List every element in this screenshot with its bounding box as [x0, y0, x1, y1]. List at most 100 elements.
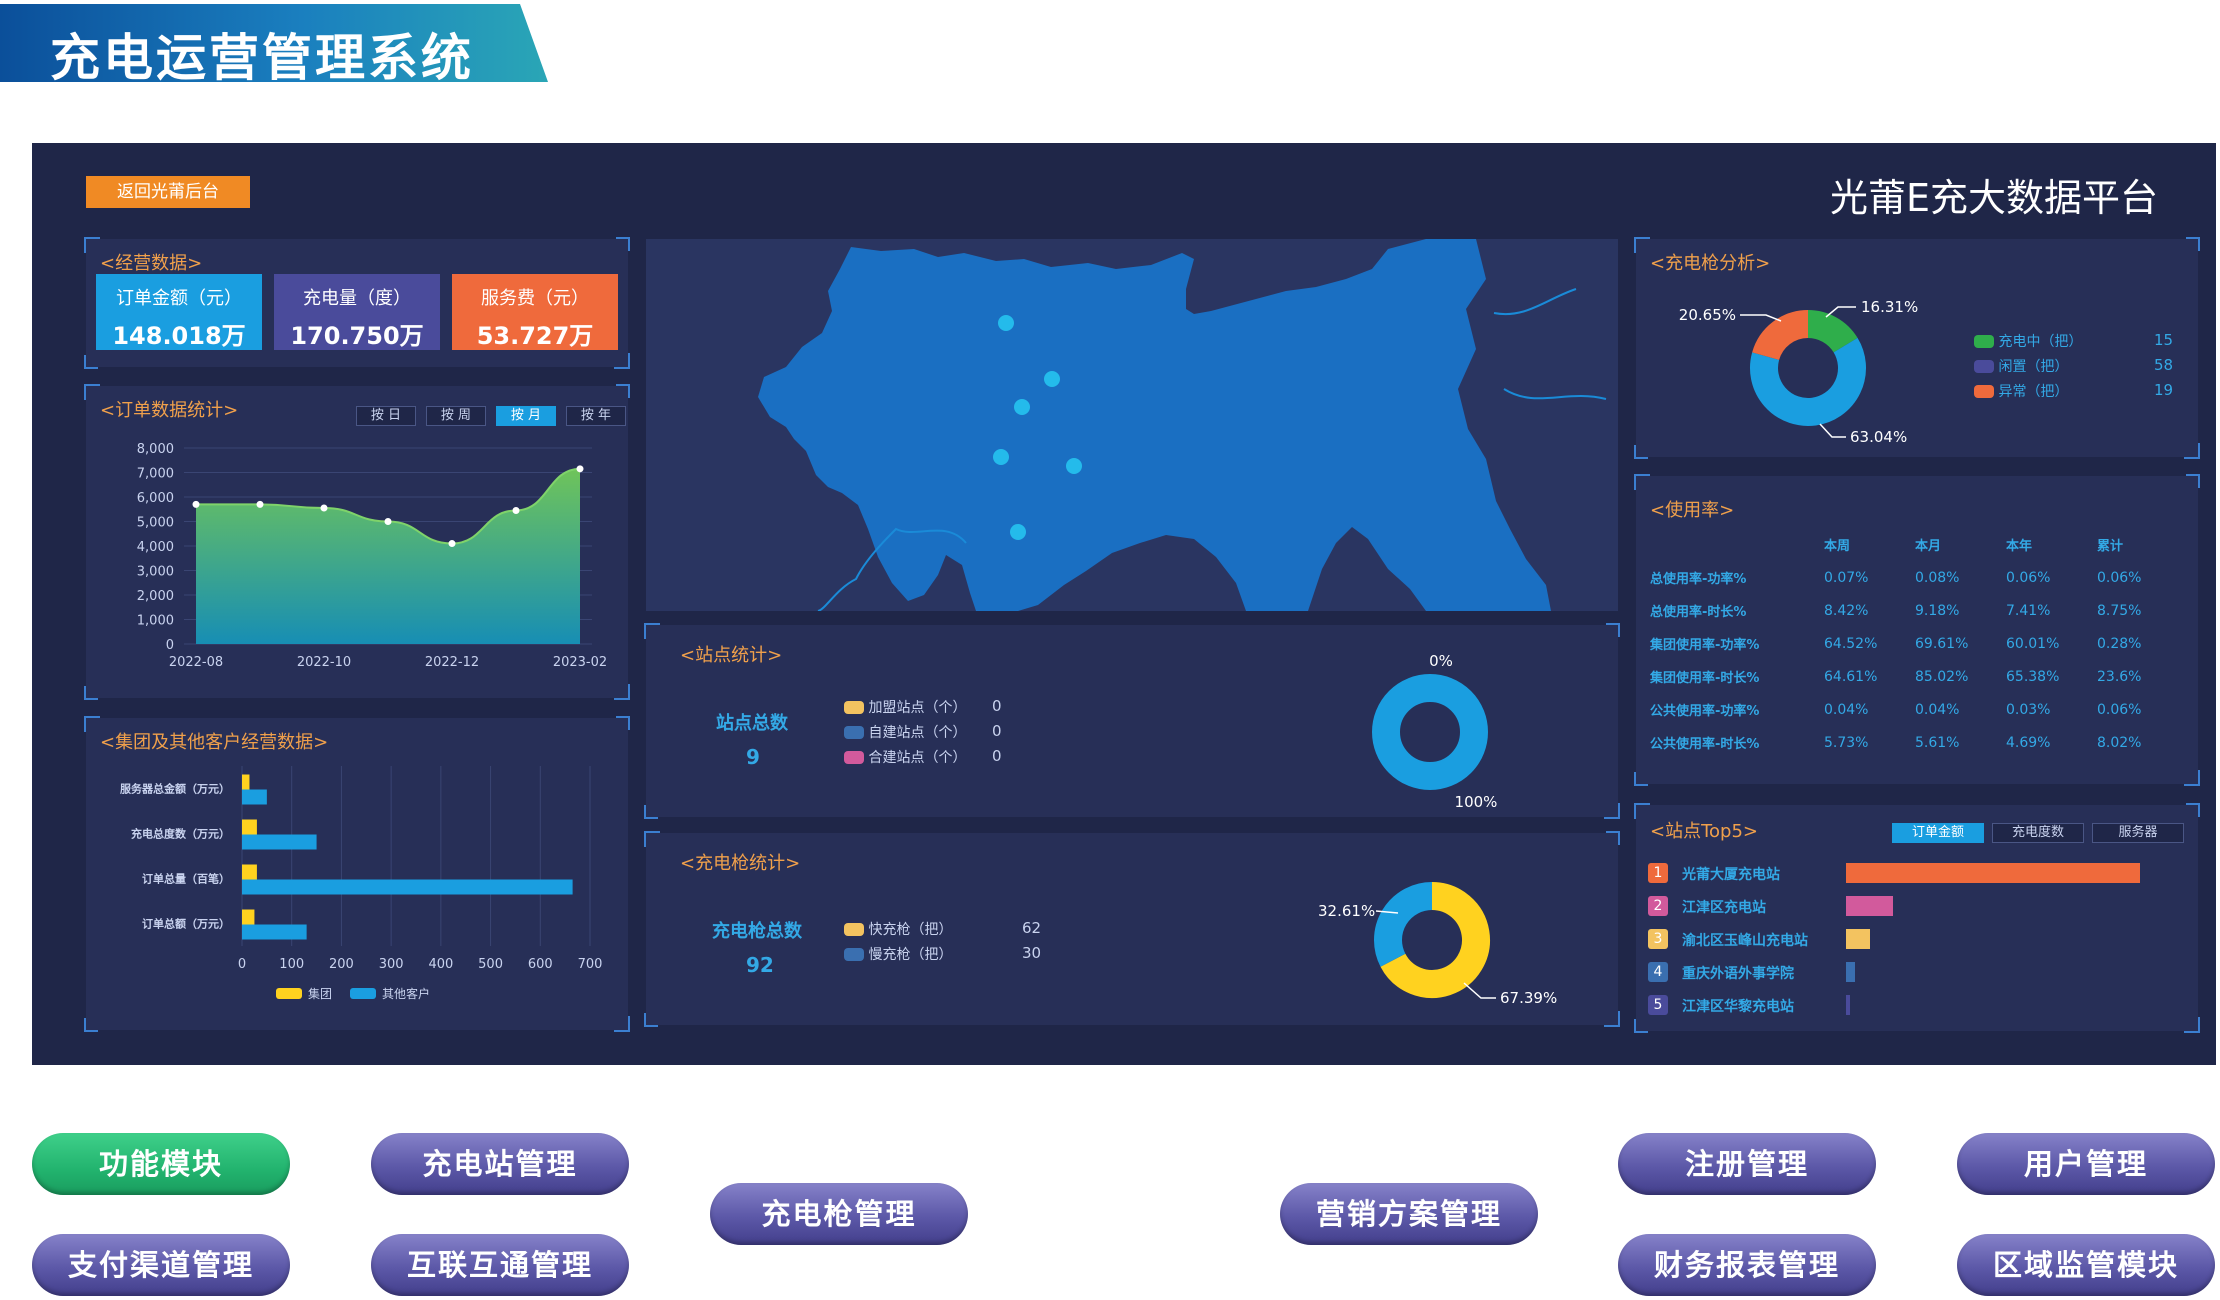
map-point	[1066, 458, 1082, 474]
top5-panel: <站点Top5> 订单金额 充电度数 服务器 1 光莆大厦充电站 2 江津区充电站 3 渝北区…	[1634, 803, 2200, 1033]
map-point	[1044, 371, 1060, 387]
legend-item: 充电中（把）	[1974, 331, 2082, 351]
registration-management-button[interactable]: 注册管理	[1618, 1133, 1876, 1195]
donut-slice	[1807, 310, 1858, 354]
usage-col-header: 本月	[1915, 539, 1942, 554]
table-cell: 8.42%	[1824, 602, 1869, 619]
table-cell: 9.18%	[1915, 602, 1960, 619]
table-cell: 0.06%	[2097, 701, 2142, 718]
usage-col-header: 累计	[2097, 539, 2124, 554]
top5-tab[interactable]: 充电度数	[1992, 823, 2084, 843]
usage-panel: <使用率> 本周 本月 本年 累计 总使用率-功率% 0.07% 0.08% 0.06…	[1634, 474, 2200, 786]
row-label: 总使用率-功率%	[1650, 572, 1747, 587]
legend-swatch	[1974, 360, 1994, 373]
table-cell: 60.01%	[2006, 635, 2060, 652]
x-tick-label: 2023-02	[553, 655, 607, 670]
rank-badge: 1	[1648, 863, 1668, 883]
bar	[242, 864, 257, 880]
table-row: 集团使用率-功率% 64.52% 69.61% 60.01% 0.28%	[1650, 627, 2188, 660]
y-tick-label: 4,000	[137, 540, 174, 555]
regional-supervision-button[interactable]: 区域监管模块	[1957, 1234, 2215, 1296]
category-label: 充电总度数（万元）	[131, 827, 230, 841]
station-name: 光莆大厦充电站	[1682, 867, 1780, 883]
legend-value: 15	[2154, 331, 2174, 349]
platform-title: 光莆E充大数据平台	[1829, 176, 2158, 220]
table-cell: 0.08%	[1915, 569, 1960, 586]
table-cell: 4.69%	[2006, 734, 2051, 751]
label-leader	[1819, 423, 1846, 438]
table-cell: 5.73%	[1824, 734, 1869, 751]
gun-stats-panel: <充电枪统计> 充电枪总数 92 快充枪（把） 62 慢充枪（把） 30 32.61…	[644, 831, 1620, 1027]
slice-label: 20.65%	[1679, 306, 1736, 324]
bar	[242, 924, 307, 940]
rank-bar	[1846, 995, 1850, 1015]
panel-title: <经营数据>	[100, 253, 203, 274]
slice-label: 67.39%	[1500, 989, 1557, 1007]
stat-value: 53.727万	[476, 322, 594, 350]
map-point	[1010, 524, 1026, 540]
x-tick-label: 2022-12	[425, 655, 479, 670]
map-point	[998, 315, 1014, 331]
table-cell: 5.61%	[1915, 734, 1960, 751]
station-name: 江津区充电站	[1682, 900, 1766, 916]
bar	[242, 834, 317, 850]
table-row: 集团使用率-时长% 64.61% 85.02% 65.38% 23.6%	[1650, 660, 2188, 693]
usage-header-row: 本周 本月 本年 累计	[1650, 528, 2188, 561]
area-fill	[196, 468, 580, 644]
financial-report-button[interactable]: 财务报表管理	[1618, 1234, 1876, 1296]
x-tick-label: 2022-08	[169, 655, 223, 670]
gun-analysis-panel: <充电枪分析> 16.31% 63.04% 20.65% 充电中（把） 15 闲置（把…	[1634, 237, 2200, 459]
slice-label: 100%	[1455, 793, 1498, 811]
usage-table: 本周 本月 本年 累计 总使用率-功率% 0.07% 0.08% 0.06% 0.06%…	[1650, 528, 2188, 759]
row-label: 公共使用率-功率%	[1650, 704, 1760, 719]
interconnection-button[interactable]: 互联互通管理	[371, 1234, 629, 1296]
title-banner: 充电运营管理系统	[0, 4, 548, 82]
table-cell: 0.03%	[2006, 701, 2051, 718]
data-point	[320, 504, 328, 512]
table-cell: 23.6%	[2097, 668, 2142, 685]
table-cell: 69.61%	[1915, 635, 1969, 652]
legend-item: 闲置（把）	[1974, 356, 2068, 376]
table-row: 公共使用率-时长% 5.73% 5.61% 4.69% 8.02%	[1650, 726, 2188, 759]
map-panel	[646, 239, 1618, 611]
slice-label: 63.04%	[1850, 428, 1907, 446]
root: 充电运营管理系统 返回光莆后台 光莆E充大数据平台 <经营数据> 订单金额（元）…	[0, 0, 2220, 1300]
bar	[242, 774, 250, 790]
back-to-admin-button[interactable]: 返回光莆后台	[86, 176, 250, 208]
table-row: 总使用率-功率% 0.07% 0.08% 0.06% 0.06%	[1650, 561, 2188, 594]
marketing-plan-button[interactable]: 营销方案管理	[1280, 1183, 1538, 1245]
dashboard-screenshot: 返回光莆后台 光莆E充大数据平台 <经营数据> 订单金额（元） 148.018万…	[32, 143, 2216, 1065]
rank-badge: 2	[1648, 896, 1668, 916]
top5-tab[interactable]: 服务器	[2092, 823, 2184, 843]
usage-col-header: 本年	[2006, 539, 2033, 554]
category-label: 服务器总金额（万元）	[120, 782, 230, 796]
x-tick-label: 500	[478, 957, 503, 972]
table-cell: 64.52%	[1824, 635, 1878, 652]
app-title: 充电运营管理系统	[50, 29, 474, 87]
gun-management-button[interactable]: 充电枪管理	[710, 1183, 968, 1245]
table-cell: 7.41%	[2006, 602, 2051, 619]
y-tick-label: 0	[166, 638, 174, 653]
data-point	[384, 518, 392, 525]
order-amount-card: 订单金额（元） 148.018万	[96, 274, 262, 350]
bar	[242, 819, 257, 835]
slice-label: 32.61%	[1318, 902, 1375, 920]
payment-channel-button[interactable]: 支付渠道管理	[32, 1234, 290, 1296]
function-modules-button[interactable]: 功能模块	[32, 1133, 290, 1195]
top5-tab[interactable]: 订单金额	[1892, 823, 1984, 843]
x-tick-label: 600	[528, 957, 553, 972]
x-tick-label: 700	[578, 957, 603, 972]
donut-slice	[1372, 674, 1488, 790]
data-point	[576, 465, 584, 473]
stat-value: 148.018万	[112, 322, 246, 350]
table-cell: 8.02%	[2097, 734, 2142, 751]
x-tick-label: 0	[238, 957, 246, 972]
station-management-button[interactable]: 充电站管理	[371, 1133, 629, 1195]
user-management-button[interactable]: 用户管理	[1957, 1133, 2215, 1195]
service-fee-card: 服务费（元） 53.727万	[452, 274, 618, 350]
y-tick-label: 6,000	[137, 491, 174, 506]
legend-label: 充电中（把）	[1994, 334, 2083, 350]
y-tick-label: 2,000	[137, 589, 174, 604]
gun-analysis-donut-chart: 16.31% 63.04% 20.65%	[1679, 298, 1918, 446]
legend-swatch	[1974, 385, 1994, 398]
